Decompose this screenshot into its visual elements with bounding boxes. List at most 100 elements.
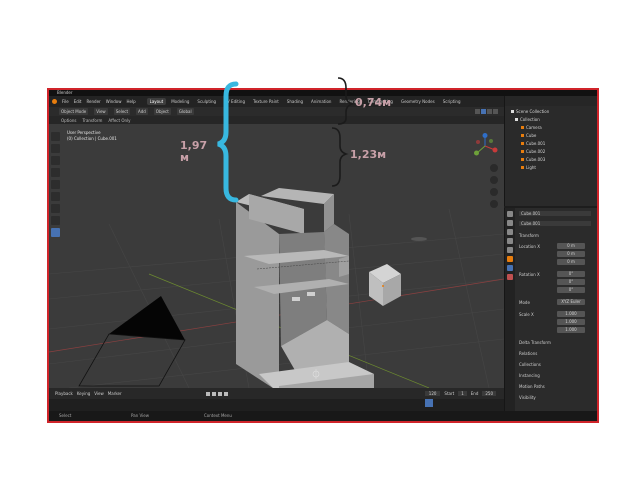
jump-end-icon[interactable] [223,391,228,396]
modifier-tab-icon[interactable] [507,265,513,271]
measure-tool-icon[interactable] [51,216,60,225]
properties-panel: Cube.001 Cube.001 Transform Location X 0… [504,208,597,411]
menu-file[interactable]: File [62,99,69,104]
outliner-item[interactable]: Cube.001 [521,141,545,146]
cabinet-model[interactable] [236,188,374,388]
tab-geometry-nodes[interactable]: Geometry Nodes [398,98,438,105]
playback-controls[interactable] [205,391,228,396]
status-context-menu: Context Menu [204,413,232,418]
pan-hand-icon[interactable] [490,176,498,184]
move-tool-icon[interactable] [51,156,60,165]
outliner-item[interactable]: Cube [521,133,536,138]
menu-edit[interactable]: Edit [74,99,82,104]
affect-only-menu[interactable]: Affect Only [108,118,130,123]
light-object[interactable] [411,237,427,241]
instancing-section[interactable]: Instancing [519,373,540,378]
cursor-tool-icon[interactable] [51,144,60,153]
rotation-mode-select[interactable]: XYZ Euler [557,299,585,305]
menu-view[interactable]: View [94,108,108,115]
outliner-collection[interactable]: Collection [515,117,540,122]
active-object-info: (0) Collection | Cube.001 [67,136,117,141]
object-name-field[interactable]: Cube.001 [519,211,591,216]
tab-shading[interactable]: Shading [284,98,306,105]
tab-texture-paint[interactable]: Texture Paint [250,98,282,105]
object-tab-icon[interactable] [507,256,513,262]
menu-render[interactable]: Render [86,99,100,104]
tab-animation[interactable]: Animation [308,98,334,105]
navigation-gizmo[interactable] [472,133,498,159]
relations-section[interactable]: Relations [519,351,537,356]
tab-layout[interactable]: Layout [146,98,167,105]
scene-tab-icon[interactable] [507,247,513,253]
orientation-select[interactable]: Global [176,108,194,115]
timeline-view-menu[interactable]: View [94,391,104,396]
mesh-name-field[interactable]: Cube.001 [519,221,591,226]
current-frame-field[interactable]: 120 [424,391,441,396]
outliner-scene-collection[interactable]: Scene Collection [511,109,549,114]
tab-sculpting[interactable]: Sculpting [194,98,219,105]
menu-window[interactable]: Window [106,99,122,104]
keying-menu[interactable]: Keying [77,391,90,396]
solid-shading-icon[interactable] [481,109,486,114]
timeline-ruler[interactable] [49,399,504,411]
transform-menu[interactable]: Transform [82,118,102,123]
location-x-field[interactable]: 0 m [557,243,585,249]
wireframe-shading-icon[interactable] [475,109,480,114]
menu-add[interactable]: Add [136,108,148,115]
rotation-y-field[interactable]: 0° [557,279,585,285]
rendered-shading-icon[interactable] [493,109,498,114]
rotate-tool-icon[interactable] [51,168,60,177]
motion-paths-section[interactable]: Motion Paths [519,384,545,389]
output-tab-icon[interactable] [507,229,513,235]
menu-help[interactable]: Help [126,99,135,104]
outliner-item[interactable]: Cube.003 [521,157,545,162]
end-frame-field[interactable]: 250 [482,391,496,396]
shading-buttons[interactable] [475,109,498,114]
menu-select[interactable]: Select [113,108,131,115]
annotate-tool-icon[interactable] [51,204,60,213]
play-reverse-icon[interactable] [211,391,216,396]
mode-select[interactable]: Object Mode [59,108,89,115]
location-z-field[interactable]: 0 m [557,259,585,265]
rotation-z-field[interactable]: 0° [557,287,585,293]
outliner-header [505,96,597,106]
scale-tool-icon[interactable] [51,180,60,189]
select-tool-icon[interactable] [51,132,60,141]
options-menu[interactable]: Options [61,118,76,123]
3d-viewport[interactable]: User Perspective (0) Collection | Cube.0… [49,124,504,388]
visibility-section[interactable]: Visibility [519,395,536,400]
transform-section[interactable]: Transform [519,233,539,238]
jump-start-icon[interactable] [205,391,210,396]
scale-x-field[interactable]: 1.000 [557,311,585,317]
tab-scripting[interactable]: Scripting [440,98,464,105]
view-layer-tab-icon[interactable] [507,238,513,244]
tab-uv-editing[interactable]: UV Editing [221,98,248,105]
location-y-field[interactable]: 0 m [557,251,585,257]
rotation-x-field[interactable]: 0° [557,271,585,277]
menu-object[interactable]: Object [153,108,171,115]
collections-section[interactable]: Collections [519,362,541,367]
perspective-grid-icon[interactable] [490,200,498,208]
tool-tab-icon[interactable] [507,211,513,217]
blender-logo-icon[interactable] [52,99,57,104]
start-frame-field[interactable]: 1 [458,391,467,396]
outliner-item[interactable]: Light [521,165,536,170]
scale-z-field[interactable]: 1.000 [557,327,585,333]
render-tab-icon[interactable] [507,220,513,226]
zoom-icon[interactable] [490,164,498,172]
camera-view-icon[interactable] [490,188,498,196]
outliner-item[interactable]: Camera [521,125,542,130]
material-shading-icon[interactable] [487,109,492,114]
tab-modeling[interactable]: Modeling [168,98,192,105]
scale-y-field[interactable]: 1.000 [557,319,585,325]
transform-tool-icon[interactable] [51,192,60,201]
material-tab-icon[interactable] [507,274,513,280]
outliner-item[interactable]: Cube.002 [521,149,545,154]
playhead[interactable] [425,399,433,407]
add-cube-tool-icon[interactable] [51,228,60,237]
play-icon[interactable] [217,391,222,396]
playback-menu[interactable]: Playback [55,391,73,396]
camera-object[interactable] [78,296,186,387]
delta-transform-section[interactable]: Delta Transform [519,340,551,345]
marker-menu[interactable]: Marker [108,391,122,396]
